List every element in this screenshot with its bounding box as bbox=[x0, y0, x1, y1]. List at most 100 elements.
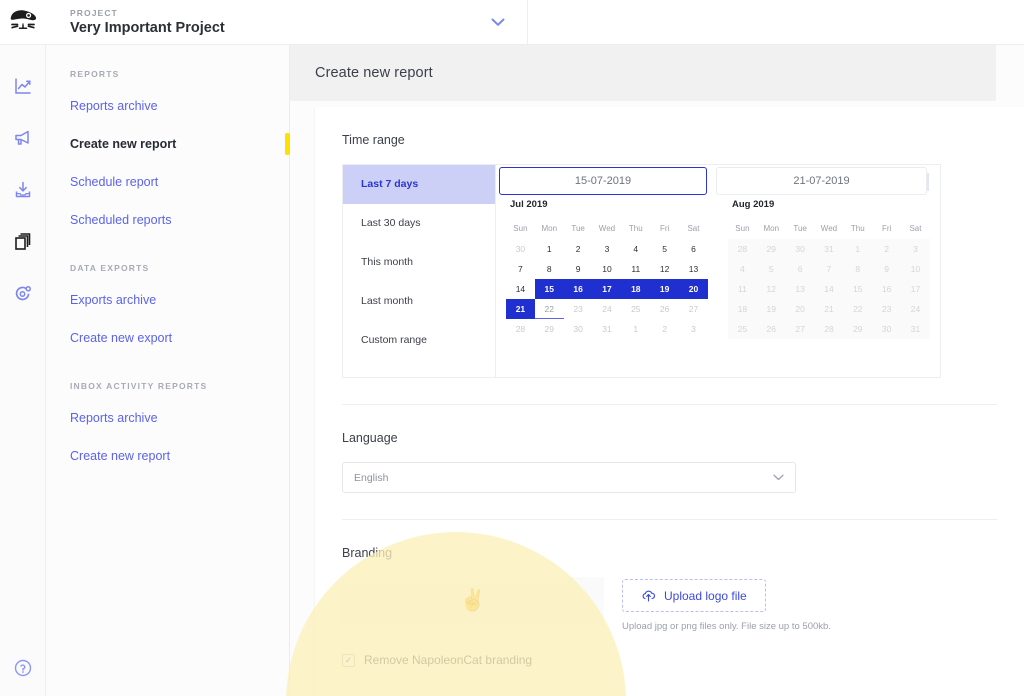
calendar-day[interactable]: 19 bbox=[650, 279, 679, 299]
calendar-day[interactable]: 28 bbox=[815, 319, 844, 339]
calendar-day[interactable]: 30 bbox=[786, 239, 815, 259]
calendar-day[interactable]: 3 bbox=[901, 239, 930, 259]
calendar-day[interactable]: 29 bbox=[535, 319, 564, 339]
calendar-day[interactable]: 27 bbox=[786, 319, 815, 339]
calendar-day[interactable]: 18 bbox=[621, 279, 650, 299]
nav-item-schedule-report[interactable]: Schedule report bbox=[46, 169, 289, 196]
app-logo[interactable] bbox=[0, 0, 46, 45]
calendar-day[interactable]: 5 bbox=[650, 239, 679, 259]
calendar-day[interactable]: 5 bbox=[757, 259, 786, 279]
nav-item-create-new-export[interactable]: Create new export bbox=[46, 325, 289, 352]
calendar-day[interactable]: 29 bbox=[757, 239, 786, 259]
language-select[interactable]: English bbox=[342, 462, 796, 493]
calendar-day[interactable]: 15 bbox=[843, 279, 872, 299]
calendar-day[interactable]: 28 bbox=[506, 319, 535, 339]
calendar-day[interactable]: 31 bbox=[901, 319, 930, 339]
calendar-day[interactable]: 17 bbox=[901, 279, 930, 299]
calendar-day[interactable]: 26 bbox=[650, 299, 679, 319]
calendar-day[interactable]: 7 bbox=[815, 259, 844, 279]
upload-logo-button[interactable]: Upload logo file bbox=[622, 579, 766, 612]
start-date-input[interactable]: 15-07-2019 bbox=[499, 167, 707, 195]
rail-item-settings[interactable] bbox=[0, 273, 46, 315]
calendar-day[interactable]: 30 bbox=[564, 319, 593, 339]
chevron-down-icon[interactable] bbox=[491, 15, 505, 30]
calendar-day[interactable]: 24 bbox=[593, 299, 622, 319]
calendar-day[interactable]: 2 bbox=[650, 319, 679, 339]
calendar-day[interactable]: 1 bbox=[535, 239, 564, 259]
calendar-day[interactable]: 22 bbox=[843, 299, 872, 319]
calendar-day[interactable]: 13 bbox=[679, 259, 708, 279]
calendar-day[interactable]: 10 bbox=[593, 259, 622, 279]
calendar-day[interactable]: 31 bbox=[815, 239, 844, 259]
calendar-day[interactable]: 12 bbox=[650, 259, 679, 279]
calendar-day[interactable]: 6 bbox=[679, 239, 708, 259]
calendar-day[interactable]: 2 bbox=[564, 239, 593, 259]
calendar-day[interactable]: 8 bbox=[843, 259, 872, 279]
calendar-day[interactable]: 14 bbox=[506, 279, 535, 299]
calendar-day[interactable]: 21 bbox=[506, 299, 535, 319]
preset-last-30-days[interactable]: Last 30 days bbox=[343, 204, 495, 243]
calendar-day[interactable]: 2 bbox=[872, 239, 901, 259]
calendar-day[interactable]: 7 bbox=[506, 259, 535, 279]
calendar-day[interactable]: 16 bbox=[564, 279, 593, 299]
calendar-day[interactable]: 9 bbox=[872, 259, 901, 279]
rail-item-analytics[interactable] bbox=[0, 65, 46, 107]
rail-item-inbox-download[interactable] bbox=[0, 169, 46, 211]
calendar-day[interactable]: 3 bbox=[593, 239, 622, 259]
project-switcher[interactable]: PROJECT Very Important Project bbox=[46, 0, 527, 45]
calendar-day[interactable]: 17 bbox=[593, 279, 622, 299]
calendar-day[interactable]: 9 bbox=[564, 259, 593, 279]
calendar-day[interactable]: 22 bbox=[535, 299, 564, 319]
calendar-day[interactable]: 25 bbox=[621, 299, 650, 319]
calendar-day[interactable]: 3 bbox=[679, 319, 708, 339]
calendar-day[interactable]: 19 bbox=[757, 299, 786, 319]
calendar-day[interactable]: 30 bbox=[506, 239, 535, 259]
calendar-day[interactable]: 20 bbox=[679, 279, 708, 299]
calendar-day[interactable]: 11 bbox=[621, 259, 650, 279]
calendar-day[interactable]: 18 bbox=[728, 299, 757, 319]
calendar-day[interactable]: 29 bbox=[843, 319, 872, 339]
calendar-day[interactable]: 4 bbox=[728, 259, 757, 279]
calendar-day[interactable]: 14 bbox=[815, 279, 844, 299]
end-date-input[interactable]: 21-07-2019 bbox=[716, 167, 927, 195]
calendar-day[interactable]: 11 bbox=[728, 279, 757, 299]
nav-item-inbox-create-new-report[interactable]: Create new report bbox=[46, 443, 289, 470]
calendar-day[interactable]: 27 bbox=[679, 299, 708, 319]
calendar-day[interactable]: 8 bbox=[535, 259, 564, 279]
nav-item-label: Schedule report bbox=[70, 175, 158, 189]
nav-item-reports-archive[interactable]: Reports archive bbox=[46, 93, 289, 120]
rail-item-reports[interactable] bbox=[0, 221, 46, 263]
nav-item-scheduled-reports[interactable]: Scheduled reports bbox=[46, 207, 289, 234]
calendar-day[interactable]: 23 bbox=[564, 299, 593, 319]
calendar-day[interactable]: 28 bbox=[728, 239, 757, 259]
calendar-day[interactable]: 12 bbox=[757, 279, 786, 299]
remove-branding-row[interactable]: ✓ Remove NapoleonCat branding bbox=[342, 653, 997, 691]
calendar-day[interactable]: 6 bbox=[786, 259, 815, 279]
preset-last-month[interactable]: Last month bbox=[343, 282, 495, 321]
calendar-day[interactable]: 4 bbox=[621, 239, 650, 259]
help-button[interactable] bbox=[0, 648, 46, 688]
nav-item-create-new-report[interactable]: Create new report bbox=[46, 131, 289, 158]
rail-item-campaigns[interactable] bbox=[0, 117, 46, 159]
calendar-day[interactable]: 23 bbox=[872, 299, 901, 319]
calendar-day[interactable]: 1 bbox=[843, 239, 872, 259]
calendar-day[interactable]: 10 bbox=[901, 259, 930, 279]
nav-item-exports-archive[interactable]: Exports archive bbox=[46, 287, 289, 314]
nav-item-inbox-reports-archive[interactable]: Reports archive bbox=[46, 405, 289, 432]
preset-last-7-days[interactable]: Last 7 days bbox=[343, 165, 495, 204]
calendar-day[interactable]: 15 bbox=[535, 279, 564, 299]
calendar-day[interactable]: 25 bbox=[728, 319, 757, 339]
calendar-day[interactable]: 21 bbox=[815, 299, 844, 319]
calendar-day[interactable]: 16 bbox=[872, 279, 901, 299]
calendar-day[interactable]: 31 bbox=[593, 319, 622, 339]
preset-custom-range[interactable]: Custom range bbox=[343, 321, 495, 360]
calendar-day[interactable]: 1 bbox=[621, 319, 650, 339]
calendar-day[interactable]: 30 bbox=[872, 319, 901, 339]
calendar-day[interactable]: 24 bbox=[901, 299, 930, 319]
calendar-month-jul: Jul 2019 Sun Mon Tue Wed Thu Fri Sat bbox=[496, 199, 718, 339]
calendar-day[interactable]: 26 bbox=[757, 319, 786, 339]
calendar-day[interactable]: 13 bbox=[786, 279, 815, 299]
remove-branding-checkbox[interactable]: ✓ bbox=[342, 654, 355, 667]
calendar-day[interactable]: 20 bbox=[786, 299, 815, 319]
preset-this-month[interactable]: This month bbox=[343, 243, 495, 282]
